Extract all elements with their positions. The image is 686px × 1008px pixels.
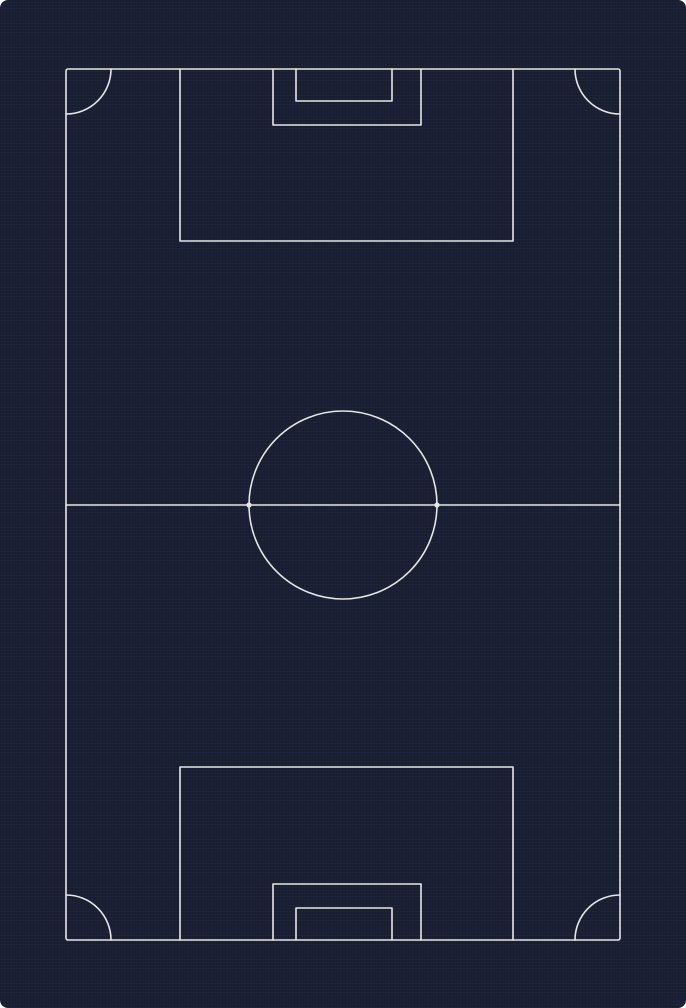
top-goal: [295, 68, 393, 102]
soccer-pitch: [65, 68, 621, 941]
center-mark-left: [246, 502, 252, 508]
bottom-goal: [295, 907, 393, 941]
corner-arc-top-right: [574, 68, 621, 115]
corner-arc-bottom-right: [574, 894, 621, 941]
center-mark-right: [434, 502, 440, 508]
top-penalty-area: [179, 68, 514, 242]
corner-arc-top-left: [65, 68, 112, 115]
bottom-penalty-area: [179, 766, 514, 941]
corner-arc-bottom-left: [65, 894, 112, 941]
tactics-board: [0, 0, 686, 1008]
